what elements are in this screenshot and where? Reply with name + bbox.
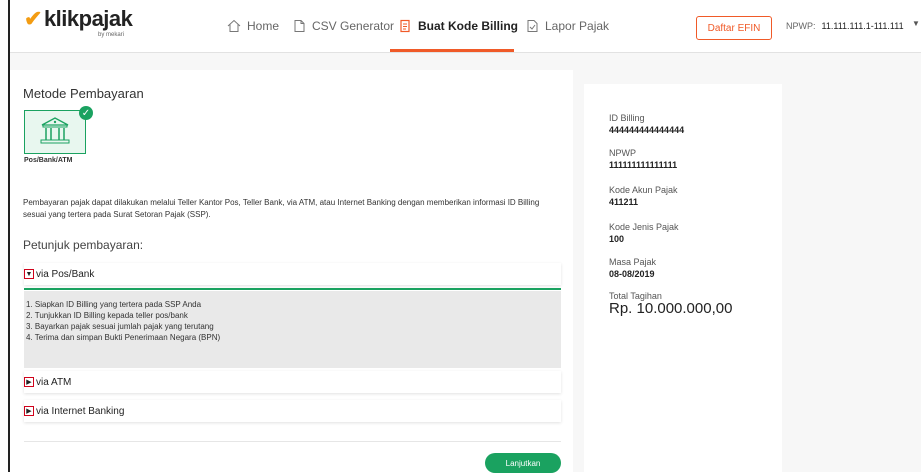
nav-buat-kode-billing-label: Buat Kode Billing (418, 19, 518, 33)
lanjutkan-button[interactable]: Lanjutkan (485, 453, 561, 473)
header-npwp: NPWP: 11.111.111.1-111.111 (786, 21, 904, 31)
page-title: Metode Pembayaran (23, 86, 144, 101)
payment-method-panel: Metode Pembayaran ✓ Pos/Bank/ATM Pembaya… (10, 70, 573, 473)
npwp-value: 111111111111111 (609, 160, 678, 170)
kode-akun-label: Kode Akun Pajak (609, 185, 678, 195)
file-icon (294, 20, 305, 32)
klikpajak-logo[interactable]: ✔klikpajak (24, 6, 133, 32)
daftar-efin-button[interactable]: Daftar EFIN (696, 16, 772, 40)
report-icon (527, 20, 538, 32)
logo-subtitle: by mekari (98, 32, 125, 38)
caret-down-icon: ▼ (24, 269, 34, 279)
accordion-atm-label: via ATM (36, 376, 72, 388)
step-item: 1. Siapkan ID Billing yang tertera pada … (26, 300, 202, 309)
masa-pajak-value: 08-08/2019 (609, 269, 655, 279)
accordion-internet-banking[interactable]: ▶ via Internet Banking (24, 400, 561, 422)
payment-method-label: Pos/Bank/ATM (24, 157, 73, 164)
id-billing-value: 444444444444444 (609, 125, 685, 135)
accordion-internet-banking-label: via Internet Banking (36, 405, 125, 417)
home-icon (227, 19, 241, 32)
payment-steps-list: 1. Siapkan ID Billing yang tertera pada … (26, 299, 220, 343)
total-tagihan-value: Rp. 10.000.000,00 (609, 300, 733, 317)
header-npwp-label: NPWP: (786, 21, 816, 31)
payment-description: Pembayaran pajak dapat dilakukan melalui… (23, 198, 540, 219)
accordion-active-line (24, 288, 561, 290)
nav-lapor-pajak[interactable]: Lapor Pajak (525, 0, 609, 52)
step-item: 4. Terima dan simpan Bukti Penerimaan Ne… (26, 333, 221, 342)
accordion-pos-bank-label: via Pos/Bank (36, 268, 95, 280)
nav-csv-generator[interactable]: CSV Generator (292, 0, 394, 52)
logo-text: klikpajak (43, 6, 133, 31)
bank-icon (40, 117, 70, 144)
masa-pajak-label: Masa Pajak (609, 257, 657, 267)
nav-csv-generator-label: CSV Generator (312, 19, 395, 33)
top-navbar: ✔klikpajak by mekari Home CSV Generator … (10, 0, 921, 53)
step-item: 2. Tunjukkan ID Billing kepada teller po… (26, 311, 188, 320)
nav-lapor-pajak-label: Lapor Pajak (545, 19, 610, 33)
npwp-label: NPWP (609, 148, 636, 158)
accordion-pos-bank-content: 1. Siapkan ID Billing yang tertera pada … (24, 291, 561, 368)
nav-buat-kode-billing[interactable]: Buat Kode Billing (398, 0, 518, 52)
selected-check-icon: ✓ (79, 106, 93, 120)
accordion-pos-bank[interactable]: ▼ via Pos/Bank (24, 263, 561, 285)
active-tab-indicator (390, 49, 514, 52)
kode-jenis-label: Kode Jenis Pajak (609, 222, 679, 232)
nav-home[interactable]: Home (227, 0, 279, 52)
kode-akun-value: 411211 (609, 197, 639, 207)
billing-icon (400, 19, 410, 33)
account-dropdown-icon[interactable]: ▼ (912, 19, 920, 28)
header-npwp-value: 11.111.111.1-111.111 (821, 21, 904, 31)
instructions-title: Petunjuk pembayaran: (23, 238, 144, 252)
accordion-atm[interactable]: ▶ via ATM (24, 371, 561, 393)
billing-summary-panel: ID Billing 444444444444444 NPWP 11111111… (584, 84, 782, 472)
caret-right-icon: ▶ (24, 377, 34, 387)
payment-method-card[interactable] (24, 110, 86, 154)
caret-right-icon: ▶ (24, 406, 34, 416)
divider (24, 441, 561, 442)
nav-home-label: Home (247, 19, 280, 33)
kode-jenis-value: 100 (609, 234, 625, 244)
step-item: 3. Bayarkan pajak sesuai jumlah pajak ya… (26, 322, 214, 331)
id-billing-label: ID Billing (609, 113, 645, 123)
logo-check-icon: ✔ (24, 6, 42, 31)
